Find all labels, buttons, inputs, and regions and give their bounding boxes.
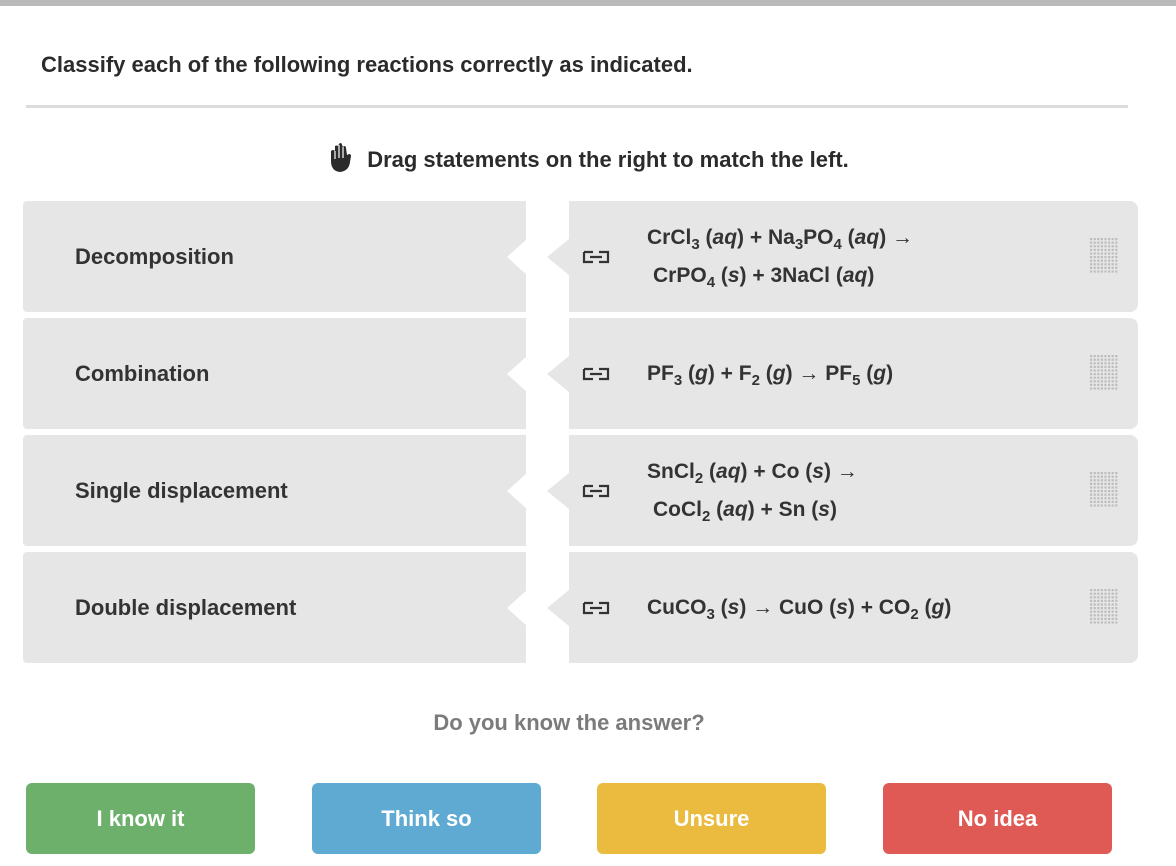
draggable-statement[interactable]: CrCl3 (aq) + Na3PO4 (aq) → CrPO4 (s) + 3N… (569, 201, 1138, 312)
category-label: Combination (75, 361, 210, 386)
category-box: Combination (23, 318, 526, 429)
drag-handle-icon[interactable] (1089, 354, 1119, 392)
draggable-statement[interactable]: CuCO3 (s) → CuO (s) + CO2 (g) (569, 552, 1138, 663)
link-icon (582, 367, 610, 381)
formula-line: CrCl3 (aq) + Na3PO4 (aq) → (647, 225, 914, 253)
category-box: Decomposition (23, 201, 526, 312)
link-icon (582, 601, 610, 615)
reaction-formula: SnCl2 (aq) + Co (s) → CoCl2 (aq) + Sn (s) (647, 435, 858, 546)
category-label: Double displacement (75, 595, 297, 620)
draggable-statement[interactable]: SnCl2 (aq) + Co (s) → CoCl2 (aq) + Sn (s) (569, 435, 1138, 546)
draggable-statement[interactable]: PF3 (g) + F2 (g) → PF5 (g) (569, 318, 1138, 429)
formula-line: SnCl2 (aq) + Co (s) → (647, 459, 858, 487)
formula-line: CrPO4 (s) + 3NaCl (aq) (653, 263, 875, 291)
hand-icon (331, 143, 352, 172)
unsure-button[interactable]: Unsure (597, 783, 826, 854)
drag-handle-icon[interactable] (1089, 471, 1119, 509)
match-row: Single displacement SnCl2 (aq) + Co (s) … (23, 435, 1138, 546)
i-know-it-button[interactable]: I know it (26, 783, 255, 854)
link-icon (582, 250, 610, 264)
formula-line: PF3 (g) + F2 (g) → PF5 (g) (647, 361, 894, 389)
link-icon (582, 484, 610, 498)
instruction-text: Drag statements on the right to match th… (367, 147, 849, 172)
match-row: Decomposition CrCl3 (aq) + Na3PO4 (aq) →… (23, 201, 1138, 312)
no-idea-button[interactable]: No idea (883, 783, 1112, 854)
category-label: Decomposition (75, 244, 234, 269)
match-row: Double displacement CuCO3 (s) → CuO (s) … (23, 552, 1138, 663)
formula-line: CoCl2 (aq) + Sn (s) (653, 497, 837, 525)
reaction-formula: CuCO3 (s) → CuO (s) + CO2 (g) (647, 552, 951, 663)
think-so-button[interactable]: Think so (312, 783, 541, 854)
drag-handle-icon[interactable] (1089, 588, 1119, 626)
match-row: Combination PF3 (g) + F2 (g) → PF5 (g) (23, 318, 1138, 429)
category-label: Single displacement (75, 478, 288, 503)
question-text: Classify each of the following reactions… (41, 52, 693, 77)
category-box: Double displacement (23, 552, 526, 663)
formula-line: CuCO3 (s) → CuO (s) + CO2 (g) (647, 595, 952, 623)
reaction-formula: CrCl3 (aq) + Na3PO4 (aq) → CrPO4 (s) + 3N… (647, 201, 913, 312)
instruction: Drag statements on the right to match th… (0, 143, 1176, 173)
category-box: Single displacement (23, 435, 526, 546)
divider (26, 105, 1128, 108)
drag-handle-icon[interactable] (1089, 237, 1119, 275)
reaction-formula: PF3 (g) + F2 (g) → PF5 (g) (647, 318, 893, 429)
confidence-prompt: Do you know the answer? (433, 710, 705, 735)
top-bar (0, 0, 1176, 6)
